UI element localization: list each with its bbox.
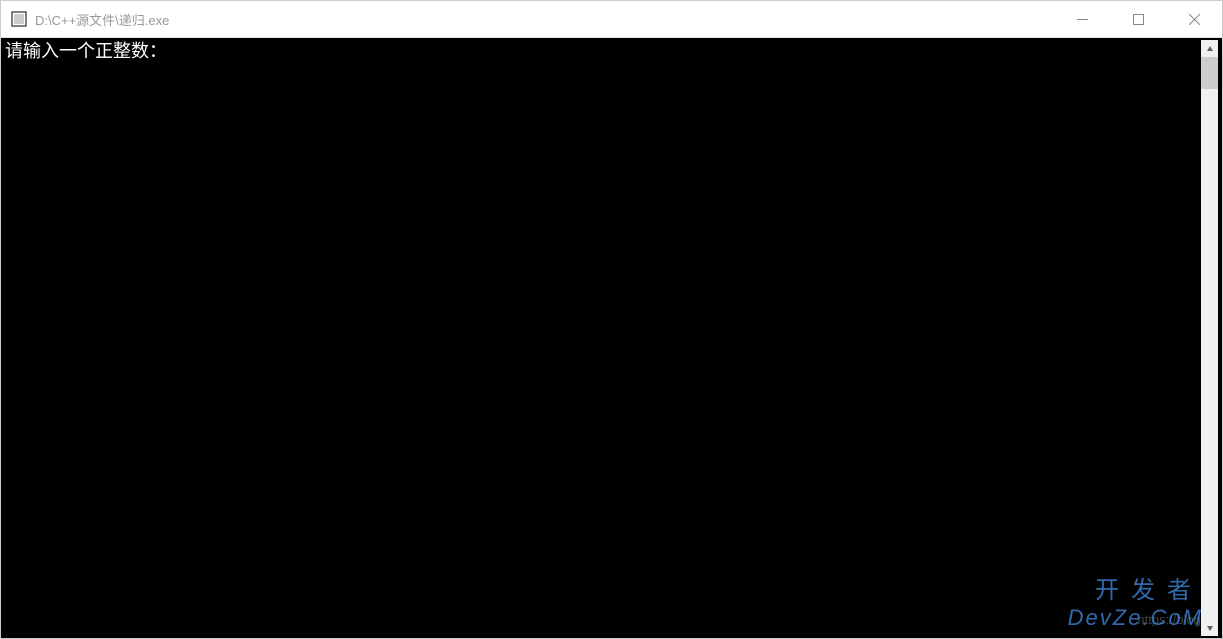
scrollbar-track[interactable] <box>1201 57 1218 619</box>
app-icon <box>11 11 27 27</box>
window-title: D:\C++源文件\递归.exe <box>35 10 1054 29</box>
close-button[interactable] <box>1166 1 1222 37</box>
scrollbar-up-arrow[interactable] <box>1201 40 1218 57</box>
minimize-button[interactable] <box>1054 1 1110 37</box>
console-output: 请输入一个正整数： <box>5 40 1201 636</box>
maximize-button[interactable] <box>1110 1 1166 37</box>
scrollbar-thumb[interactable] <box>1201 57 1218 89</box>
scrollbar-down-arrow[interactable] <box>1201 619 1218 636</box>
console-body[interactable]: 请输入一个正整数： <box>1 38 1222 638</box>
console-prompt-text: 请输入一个正整数： <box>5 41 167 62</box>
window-controls <box>1054 1 1222 37</box>
titlebar[interactable]: D:\C++源文件\递归.exe <box>1 1 1222 38</box>
console-window: D:\C++源文件\递归.exe 请输入一个正整数： <box>0 0 1223 639</box>
vertical-scrollbar[interactable] <box>1201 40 1218 636</box>
